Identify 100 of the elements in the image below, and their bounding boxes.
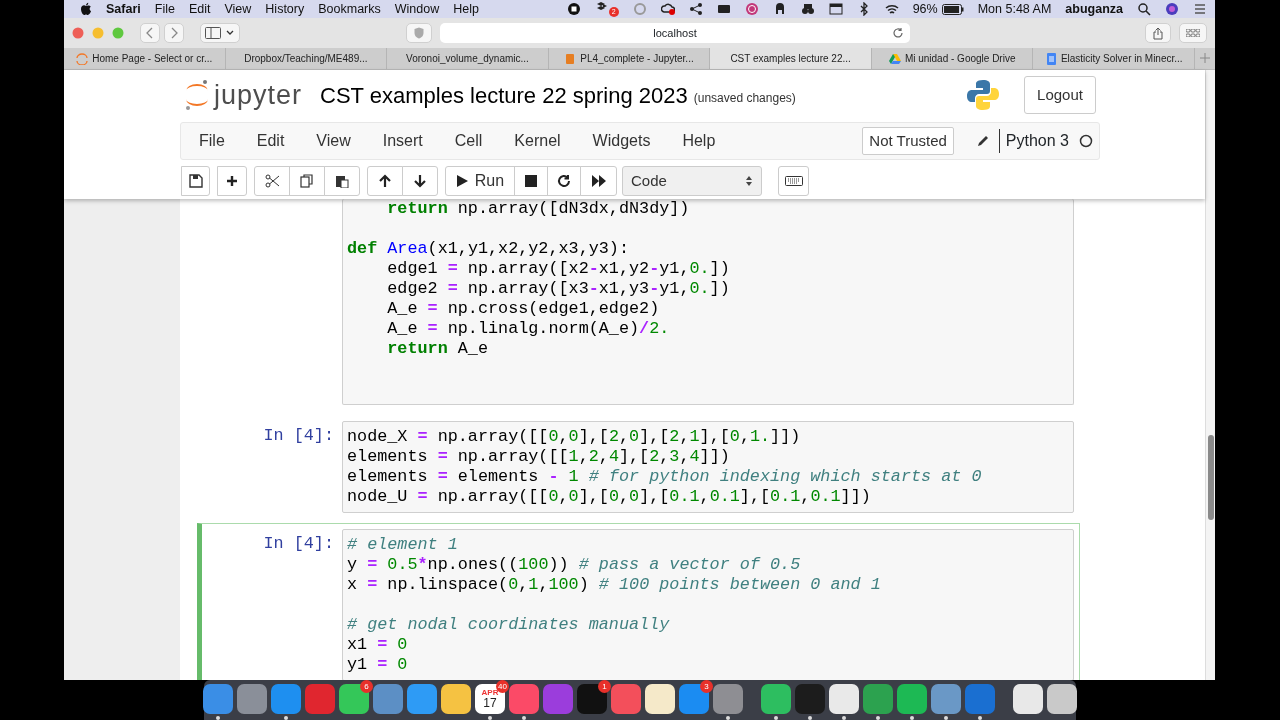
- stop-icon[interactable]: [566, 2, 581, 16]
- app-icon[interactable]: [897, 684, 927, 714]
- browser-tab[interactable]: Voronoi_volume_dynamic...: [387, 48, 549, 69]
- menu-item[interactable]: Cell: [438, 129, 499, 153]
- menu-item[interactable]: Insert: [366, 129, 439, 153]
- stop-button[interactable]: [514, 166, 548, 196]
- restart-button[interactable]: [547, 166, 581, 196]
- menu-item[interactable]: Widgets: [576, 129, 667, 153]
- share-icon: [1153, 26, 1163, 40]
- menu-item[interactable]: Help: [666, 129, 732, 153]
- back-button[interactable]: [140, 23, 160, 43]
- notebook-cell[interactable]: return np.array([dN3dx,dN3dy]) def Area(x1,y1,x2,y2,x3,y3): edge1 = np.array([x2-x1,y2-y1,0.]) edge2 = np.array([x3-x1,y3-y1,0.]) A_e = np.cross(edge1,edge2) A_e = np.linalg.norm(A_e)/2. return A_e: [197, 199, 1080, 411]
- scrollbar[interactable]: [1205, 70, 1215, 680]
- menu-item[interactable]: File: [154, 0, 175, 19]
- menu-item[interactable]: Kernel: [498, 129, 577, 153]
- code-line: elements = elements - 1 # for python indexing which starts at 0: [347, 467, 983, 487]
- search-icon[interactable]: [1137, 2, 1151, 16]
- code-line: # get nodal coordinates manually: [347, 615, 671, 635]
- orb-icon[interactable]: [1165, 2, 1179, 16]
- menu-item[interactable]: View: [224, 0, 252, 19]
- menu-item[interactable]: Edit: [188, 0, 211, 19]
- browser-tab[interactable]: Elasticity Solver in Minecr...: [1033, 48, 1196, 69]
- menu-item[interactable]: History: [265, 0, 305, 19]
- window-controls-drawing[interactable]: [72, 27, 124, 39]
- menu-item[interactable]: Help: [453, 0, 479, 19]
- move-up-button[interactable]: [367, 166, 403, 196]
- spiral-icon[interactable]: [744, 2, 759, 16]
- drive-icon: [888, 52, 901, 65]
- wifi-icon[interactable]: [884, 2, 899, 16]
- logout-button[interactable]: Logout: [1024, 76, 1096, 114]
- code-line: def Area(x1,y1,x2,y2,x3,y3):: [347, 239, 630, 259]
- app-icon[interactable]: [1047, 684, 1077, 714]
- back-icon: [145, 27, 155, 39]
- shield-icon: [414, 27, 424, 39]
- app-icon[interactable]: [441, 684, 471, 714]
- jupyter-logo-icon: [184, 78, 210, 112]
- apple-icon[interactable]: [80, 2, 92, 16]
- cut-button[interactable]: [254, 166, 290, 196]
- app-icon[interactable]: [1013, 684, 1043, 714]
- code-input-area[interactable]: # element 1 y = 0.5*np.ones((100)) # pass a vector of 0.5 x = np.linspace(0,1,100) # 100 points between 0 and 1 # get nodal coordinates manually x1 = 0 y1 = 0: [342, 529, 1074, 680]
- browser-tab[interactable]: Mi unidad - Google Drive: [871, 48, 1034, 69]
- app-icon[interactable]: [931, 684, 961, 714]
- menu-item[interactable]: View: [300, 129, 367, 153]
- menu-item[interactable]: File: [183, 129, 241, 153]
- code-input-area[interactable]: return np.array([dN3dx,dN3dy]) def Area(x1,y1,x2,y2,x3,y3): edge1 = np.array([x2-x1,y2-y1,0.]) edge2 = np.array([x3-x1,y3-y1,0.]) A_e = np.cross(edge1,edge2) A_e = np.linalg.norm(A_e)/2. return A_e: [342, 199, 1074, 405]
- sidebar-button[interactable]: [200, 23, 240, 43]
- code-line: return np.array([dN3dx,dN3dy]): [386, 199, 691, 219]
- forward-icon: [169, 27, 179, 39]
- menu-item[interactable]: Edit: [240, 129, 301, 153]
- menu-item[interactable]: Window: [394, 0, 440, 19]
- code-line: edge1 = np.array([x2-x1,y2-y1,0.]): [386, 259, 731, 279]
- scroll-thumb[interactable]: [1207, 435, 1214, 520]
- user-name[interactable]: abuganza: [1065, 0, 1123, 19]
- keyboard-button[interactable]: [778, 166, 809, 196]
- clipboard-icon: [335, 174, 349, 188]
- copy-button[interactable]: [289, 166, 325, 196]
- jupyter-logo[interactable]: jupyter: [184, 74, 303, 116]
- display-icon[interactable]: [716, 2, 731, 16]
- forward-button[interactable]: [164, 23, 184, 43]
- code-input-area[interactable]: [342, 421, 1074, 513]
- nodes-icon[interactable]: [688, 2, 703, 16]
- reload-icon[interactable]: [892, 27, 904, 39]
- binoculars-icon[interactable]: [800, 2, 815, 16]
- run-button[interactable]: Run: [445, 166, 515, 196]
- tab-overview-button[interactable]: [1179, 23, 1207, 43]
- trust-button[interactable]: Not Trusted: [862, 127, 954, 155]
- calendar-icon[interactable]: [828, 2, 843, 16]
- scissors-icon: [265, 174, 279, 188]
- browser-tab[interactable]: CST examples lecture 22...: [710, 48, 872, 69]
- address-field[interactable]: localhost: [440, 23, 910, 43]
- browser-tab[interactable]: Home Page - Select or cr...: [64, 48, 226, 69]
- browser-tab[interactable]: Dropbox/Teaching/ME489...: [225, 48, 388, 69]
- battery-icon[interactable]: [941, 3, 964, 15]
- python-logo-icon: [966, 78, 1000, 112]
- save-button[interactable]: [181, 166, 210, 196]
- jupyter-icon: [76, 52, 89, 65]
- notebook-title[interactable]: CST examples lecture 22 spring 2023: [320, 78, 688, 112]
- app-icon[interactable]: [645, 684, 675, 714]
- app-icon[interactable]: [829, 684, 859, 714]
- app-menu[interactable]: Safari: [106, 0, 141, 19]
- pencil-icon[interactable]: [975, 134, 990, 148]
- notebook-cell[interactable]: In [4]: # element 1 y = 0.5*np.ones((100)) # pass a vector of 0.5 x = np.linspace(0,1,100) # 100 points between 0 and 1 # get nodal coordinates manually x1 = 0 y1 = 0: [197, 523, 1080, 680]
- app-icon[interactable]: [407, 684, 437, 714]
- code-line: edge2 = np.array([x3-x1,y3-y1,0.]): [386, 279, 731, 299]
- list-icon[interactable]: [1193, 2, 1207, 16]
- paste-button[interactable]: [324, 166, 360, 196]
- clock[interactable]: Mon 5:48 AM: [977, 0, 1052, 19]
- kernel-name: Python 3: [1005, 131, 1069, 151]
- add-cell-button[interactable]: [217, 166, 247, 196]
- cell-type-select[interactable]: Code: [622, 166, 762, 196]
- code-line: return A_e: [386, 339, 489, 359]
- code-line: node_U = np.array([[0,0],[0,0],[0.1,0.1],[0.1,0.1]]): [347, 487, 872, 507]
- arrow-down-icon: [413, 174, 427, 188]
- cloud-icon[interactable]: [660, 2, 675, 16]
- menu-item[interactable]: Bookmarks: [318, 0, 381, 19]
- code-line: x1 = 0: [347, 635, 409, 655]
- app-icon[interactable]: [761, 684, 791, 714]
- plus-icon: [226, 175, 238, 187]
- move-down-button[interactable]: [402, 166, 438, 196]
- run-all-button[interactable]: [580, 166, 617, 196]
